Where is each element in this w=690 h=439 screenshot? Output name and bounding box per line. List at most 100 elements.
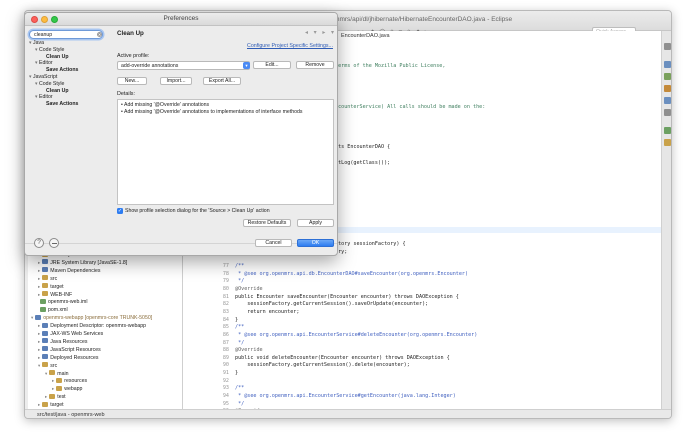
cancel-button[interactable]: Cancel bbox=[255, 239, 292, 247]
code-line[interactable]: 79 */ bbox=[183, 278, 661, 286]
package-explorer-item[interactable]: ▾ openmrs-webapp [openmrs-core TRUNK-5050… bbox=[31, 314, 152, 322]
package-explorer-item[interactable]: ▸ target bbox=[38, 283, 64, 291]
console-icon[interactable] bbox=[664, 97, 671, 104]
bookmark-icon[interactable] bbox=[664, 85, 671, 92]
restore-defaults-button[interactable]: Restore Defaults bbox=[243, 219, 291, 227]
chevron-down-icon[interactable]: ▾ bbox=[243, 62, 250, 69]
code-line[interactable]: 94 * @see org.openmrs.api.EncounterServi… bbox=[183, 393, 661, 401]
code-line[interactable]: 80 @Override bbox=[183, 286, 661, 294]
minimize-window-button[interactable] bbox=[41, 16, 48, 23]
show-profile-dialog-checkbox[interactable]: ✓ bbox=[117, 208, 123, 214]
maximize-window-button[interactable] bbox=[51, 16, 58, 23]
tree-item[interactable]: ▾ Code Style bbox=[35, 47, 64, 54]
chevron-right-icon[interactable]: ▾ bbox=[31, 315, 33, 320]
package-explorer-item[interactable]: ▸ test bbox=[45, 393, 66, 401]
current-line-highlight bbox=[335, 227, 661, 233]
chevron-right-icon[interactable]: ▾ bbox=[45, 371, 47, 376]
chevron-right-icon[interactable]: ▸ bbox=[45, 394, 47, 399]
chevron-right-icon[interactable]: ▸ bbox=[38, 276, 40, 281]
code-line[interactable]: 87 */ bbox=[183, 340, 661, 348]
package-explorer-item[interactable]: ▸ Java Resources bbox=[38, 338, 87, 346]
tree-item[interactable]: ▾ Editor bbox=[35, 94, 53, 101]
tree-item[interactable]: ▾ JavaScript bbox=[29, 74, 57, 81]
package-explorer-item[interactable]: ▸ target bbox=[38, 401, 64, 409]
code-line[interactable]: 88 @Override bbox=[183, 347, 661, 355]
code-line[interactable]: 86 * @see org.openmrs.api.EncounterServi… bbox=[183, 332, 661, 340]
configure-project-specific-link[interactable]: Configure Project Specific Settings... bbox=[247, 43, 333, 49]
package-explorer[interactable]: ▸src/test/java▸JRE System Library [JavaS… bbox=[28, 249, 183, 409]
package-explorer-item[interactable]: ▸ Deployed Resources bbox=[38, 354, 98, 362]
ok-button[interactable]: OK bbox=[297, 239, 334, 247]
close-window-button[interactable] bbox=[31, 16, 38, 23]
active-profile-select[interactable]: add-override annotations bbox=[117, 61, 250, 70]
package-explorer-item[interactable]: ▸ WEB-INF bbox=[38, 291, 72, 299]
package-explorer-item[interactable]: ▸ JAX-WS Web Services bbox=[38, 330, 103, 338]
chevron-right-icon[interactable]: ▸ bbox=[38, 260, 40, 265]
remove-button[interactable]: Remove bbox=[296, 61, 334, 69]
code-line[interactable]: 90 sessionFactory.getCurrentSession().de… bbox=[183, 362, 661, 370]
problems-icon[interactable] bbox=[664, 109, 671, 116]
code-line[interactable]: 81 public Encounter saveEncounter(Encount… bbox=[183, 294, 661, 302]
tree-item-label: Save Actions bbox=[46, 101, 79, 108]
package-explorer-item[interactable]: ▸ src bbox=[38, 275, 57, 283]
chevron-right-icon[interactable]: ▸ bbox=[52, 386, 54, 391]
code-line[interactable]: 84} bbox=[183, 317, 661, 325]
code-line[interactable]: 91} bbox=[183, 370, 661, 378]
chevron-right-icon[interactable]: ▸ bbox=[38, 268, 40, 273]
package-explorer-item[interactable]: ▸ webapp bbox=[52, 385, 82, 393]
code-line[interactable]: 83 return encounter; bbox=[183, 309, 661, 317]
code-line[interactable]: 78 * @see org.openmrs.api.db.EncounterDA… bbox=[183, 271, 661, 279]
chevron-right-icon[interactable]: ▸ bbox=[38, 402, 40, 407]
clear-filter-icon[interactable]: ✕ bbox=[97, 32, 102, 37]
package-explorer-item[interactable]: openmrs-web.iml bbox=[38, 298, 88, 306]
tree-item[interactable]: ▾ Editor bbox=[35, 60, 53, 67]
tree-item[interactable]: ▾ Java bbox=[29, 40, 44, 47]
tree-item[interactable]: Clean Up bbox=[46, 54, 68, 61]
chevron-right-icon[interactable]: ▾ bbox=[38, 363, 40, 368]
import-profile-button[interactable]: Import... bbox=[160, 77, 192, 85]
import-export-icon[interactable] bbox=[49, 238, 59, 248]
code-line[interactable]: 82 sessionFactory.getCurrentSession().sa… bbox=[183, 301, 661, 309]
history-icon[interactable] bbox=[664, 139, 671, 146]
minimize-icon[interactable] bbox=[664, 43, 671, 50]
task-list-icon[interactable] bbox=[664, 73, 671, 80]
package-explorer-item[interactable]: pom.xml bbox=[38, 306, 68, 314]
package-explorer-item[interactable]: ▸ resources bbox=[52, 377, 87, 385]
package-explorer-item[interactable]: ▾ main bbox=[45, 370, 69, 378]
code-line[interactable]: 92 bbox=[183, 378, 661, 386]
chevron-right-icon[interactable]: ▸ bbox=[38, 284, 40, 289]
edit-button[interactable]: Edit... bbox=[253, 61, 291, 69]
package-explorer-item[interactable]: ▸ Deployment Descriptor: openmrs-webapp bbox=[38, 322, 146, 330]
code-line[interactable]: 89 public void deleteEncounter(Encounter … bbox=[183, 355, 661, 363]
servers-icon[interactable] bbox=[664, 127, 671, 134]
package-explorer-label: target bbox=[50, 283, 64, 290]
chevron-right-icon[interactable]: ▸ bbox=[38, 339, 40, 344]
outline-icon[interactable] bbox=[664, 61, 671, 68]
chevron-right-icon[interactable]: ▸ bbox=[52, 378, 54, 383]
chevron-right-icon[interactable]: ▸ bbox=[38, 323, 40, 328]
code-line[interactable]: 93 /** bbox=[183, 385, 661, 393]
editor-tab-title[interactable]: EncounterDAO.java bbox=[341, 33, 390, 39]
chevron-right-icon[interactable]: ▸ bbox=[38, 292, 40, 297]
tree-item[interactable]: Save Actions bbox=[46, 101, 78, 108]
filter-input[interactable]: cleanup bbox=[29, 30, 103, 39]
apply-button[interactable]: Apply bbox=[297, 219, 334, 227]
new-profile-button[interactable]: New... bbox=[117, 77, 147, 85]
tree-item[interactable]: Clean Up bbox=[46, 88, 68, 95]
page-navigation-arrows[interactable]: ◂ ▾ ▸ ▾ bbox=[305, 29, 336, 36]
code-line[interactable]: 95 */ bbox=[183, 401, 661, 409]
package-explorer-item[interactable]: ▸ Maven Dependencies bbox=[38, 267, 100, 275]
code-line[interactable]: 77 /** bbox=[183, 263, 661, 271]
tree-item[interactable]: ▾ Code Style bbox=[35, 81, 64, 88]
chevron-right-icon[interactable]: ▸ bbox=[38, 331, 40, 336]
package-explorer-item[interactable]: ▸ JavaScript Resources bbox=[38, 346, 101, 354]
tree-item[interactable]: Save Actions bbox=[46, 67, 78, 74]
help-icon[interactable]: ? bbox=[34, 238, 44, 248]
package-explorer-item[interactable]: ▸ JRE System Library [JavaSE-1.8] bbox=[38, 259, 127, 267]
package-explorer-item[interactable]: ▾ src bbox=[38, 362, 57, 370]
chevron-right-icon[interactable]: ▸ bbox=[38, 347, 40, 352]
chevron-right-icon[interactable]: ▸ bbox=[38, 355, 40, 360]
export-all-button[interactable]: Export All... bbox=[203, 77, 241, 85]
preferences-tree[interactable]: ▾ Java ▾ Code Style Clean Up ▾ Editor Save A… bbox=[29, 40, 109, 238]
code-line[interactable]: 85 /** bbox=[183, 324, 661, 332]
